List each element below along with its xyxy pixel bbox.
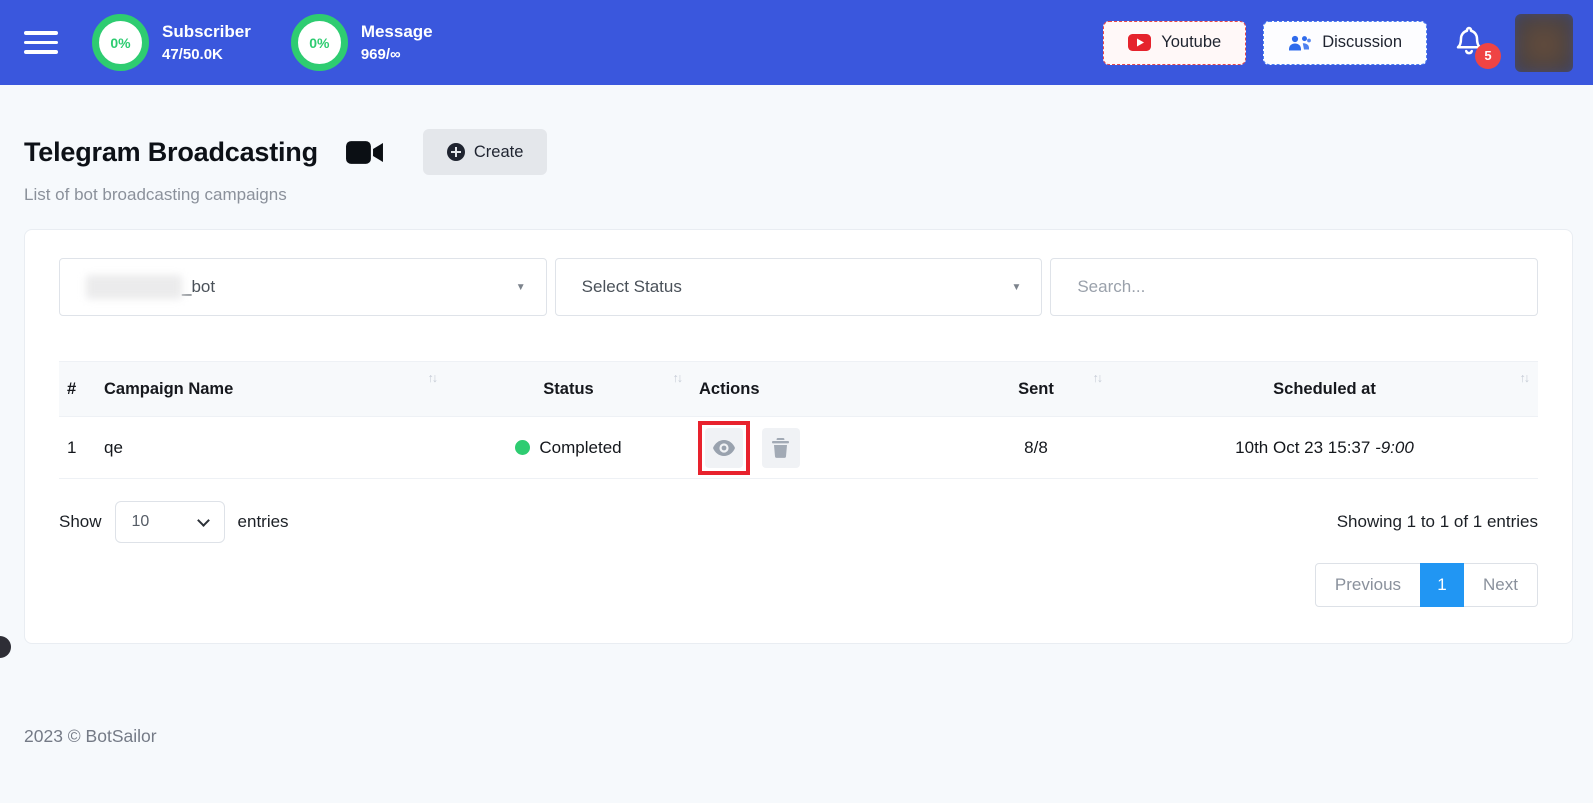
plus-circle-icon — [446, 143, 465, 161]
col-header-actions: Actions — [691, 361, 961, 417]
copyright-text: 2023 © BotSailor — [24, 726, 157, 746]
status-cell: Completed — [446, 416, 691, 479]
message-label: Message — [360, 22, 433, 42]
scheduled-date: 10th Oct 23 15:37 — [1235, 437, 1371, 457]
eye-icon — [713, 439, 735, 456]
filters-row: _bot ▼ Select Status ▼ — [59, 258, 1539, 316]
create-button[interactable]: Create — [422, 129, 548, 175]
status-text: Completed — [539, 437, 622, 457]
subscriber-percent: 0% — [110, 34, 131, 51]
users-icon — [1288, 34, 1312, 52]
bot-select[interactable]: _bot ▼ — [59, 258, 547, 316]
youtube-button-label: Youtube — [1161, 33, 1222, 51]
avatar-image — [1515, 13, 1573, 72]
status-select[interactable]: Select Status ▼ — [554, 258, 1043, 316]
caret-down-icon: ▼ — [515, 281, 526, 293]
subscriber-progress-ring: 0% — [92, 14, 149, 71]
menu-toggle-icon[interactable] — [24, 31, 58, 54]
redacted-bot-name — [86, 275, 182, 299]
sort-icon[interactable]: ↑↓ — [428, 371, 438, 385]
highlight-box — [698, 420, 750, 475]
sort-icon[interactable]: ↑↓ — [673, 371, 683, 385]
message-value: 969/∞ — [360, 45, 401, 63]
caret-down-icon: ▼ — [1011, 281, 1022, 293]
status-dot-icon — [515, 439, 531, 455]
previous-page-button[interactable]: Previous — [1314, 563, 1422, 607]
col-header-status[interactable]: Status ↑↓ — [446, 361, 691, 417]
sort-icon[interactable]: ↑↓ — [1093, 371, 1103, 385]
trash-icon — [772, 437, 790, 458]
top-navbar: 0% Subscriber 47/50.0K 0% Message 969/∞ … — [0, 0, 1593, 85]
sent-cell: 8/8 — [961, 416, 1111, 479]
video-tutorial-icon[interactable] — [345, 139, 383, 166]
subscriber-usage: 0% Subscriber 47/50.0K — [92, 14, 251, 71]
create-button-label: Create — [473, 142, 524, 161]
notification-count-badge: 5 — [1475, 42, 1501, 69]
col-header-sent[interactable]: Sent ↑↓ — [961, 361, 1111, 417]
delete-button[interactable] — [761, 427, 800, 468]
youtube-button[interactable]: Youtube — [1103, 20, 1247, 65]
notifications-button[interactable]: 5 — [1454, 24, 1501, 69]
col-header-campaign-name[interactable]: Campaign Name ↑↓ — [96, 361, 446, 417]
status-select-placeholder: Select Status — [581, 277, 682, 296]
sort-icon[interactable]: ↑↓ — [1520, 371, 1530, 385]
subscriber-value: 47/50.0K — [162, 45, 223, 63]
actions-cell — [691, 416, 961, 479]
discussion-button-label: Discussion — [1322, 33, 1402, 51]
col-header-scheduled-at[interactable]: Scheduled at ↑↓ — [1111, 361, 1538, 417]
message-percent: 0% — [309, 34, 330, 51]
page-size-select[interactable]: 10 — [114, 501, 225, 543]
scheduled-offset: -9:00 — [1375, 437, 1414, 457]
show-label: Show — [59, 512, 102, 531]
page-subtitle: List of bot broadcasting campaigns — [24, 185, 287, 204]
message-usage: 0% Message 969/∞ — [290, 14, 433, 71]
page-size-value: 10 — [131, 513, 150, 530]
row-index: 1 — [59, 416, 96, 479]
search-input[interactable] — [1050, 258, 1539, 316]
pagination: Previous 1 Next — [59, 563, 1538, 607]
bot-select-value: _bot — [182, 277, 216, 296]
entries-summary: Showing 1 to 1 of 1 entries — [1336, 512, 1538, 531]
discussion-button[interactable]: Discussion — [1263, 20, 1427, 65]
message-progress-ring: 0% — [290, 14, 348, 71]
campaigns-card: _bot ▼ Select Status ▼ # Campaign Name ↑… — [24, 229, 1573, 644]
entries-label: entries — [237, 512, 289, 531]
next-page-button[interactable]: Next — [1463, 563, 1538, 607]
page-title: Telegram Broadcasting — [24, 136, 318, 167]
subscriber-label: Subscriber — [162, 22, 251, 42]
campaign-row: 1 qe Completed 8/8 10th Oct 23 15:37 -9:… — [59, 416, 1538, 479]
col-header-index: # — [59, 361, 96, 417]
view-button[interactable] — [705, 427, 743, 468]
main-content: Telegram Broadcasting Create List of bot… — [0, 129, 1593, 747]
page-size-control: Show 10 entries — [59, 501, 289, 543]
table-header-row: # Campaign Name ↑↓ Status ↑↓ Actions Sen… — [59, 361, 1538, 417]
avatar[interactable] — [1515, 13, 1573, 72]
campaign-name-cell: qe — [96, 416, 446, 479]
chevron-down-icon — [196, 513, 210, 527]
scheduled-at-cell: 10th Oct 23 15:37 -9:00 — [1111, 416, 1538, 479]
page-1-button[interactable]: 1 — [1420, 563, 1465, 607]
campaigns-table: # Campaign Name ↑↓ Status ↑↓ Actions Sen… — [59, 361, 1538, 479]
youtube-icon — [1128, 34, 1152, 51]
